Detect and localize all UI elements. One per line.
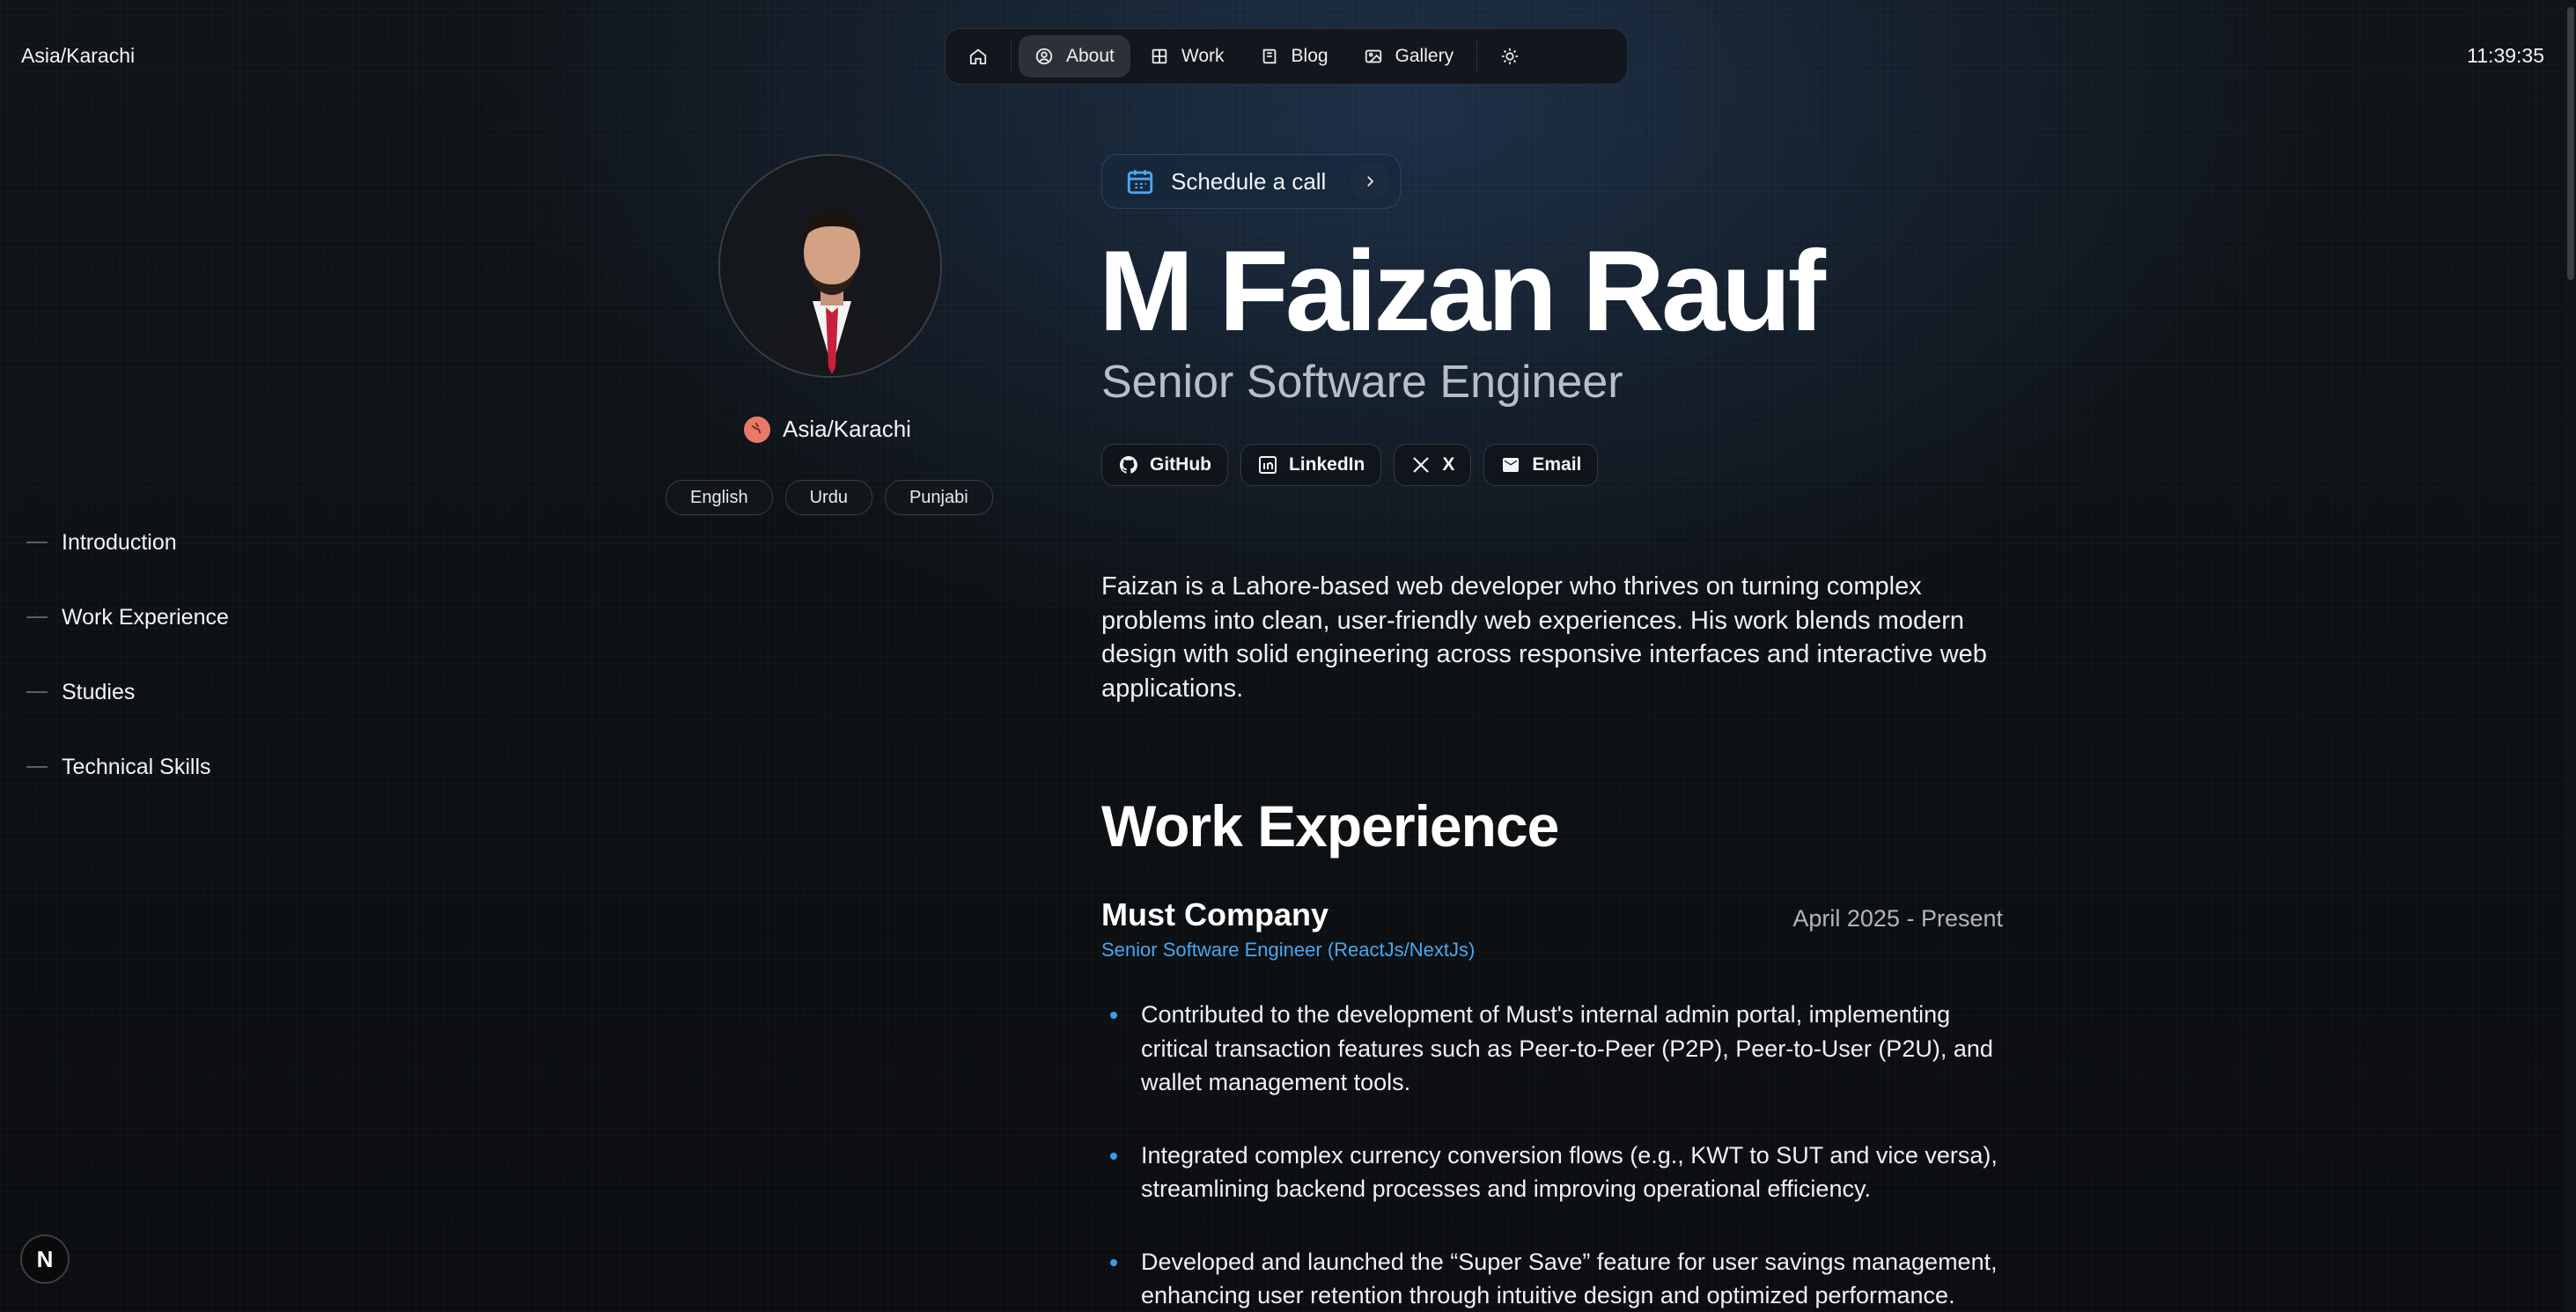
social-links: GitHub LinkedIn X Email xyxy=(1101,444,1599,486)
toc-item-studies[interactable]: Studies xyxy=(26,674,229,710)
page-scrollbar[interactable] xyxy=(2565,0,2576,1312)
sun-icon xyxy=(1501,48,1519,65)
nav-blog-button[interactable]: Blog xyxy=(1244,35,1344,77)
language-list: English Urdu Punjabi xyxy=(666,480,993,515)
linkedin-button[interactable]: LinkedIn xyxy=(1240,444,1382,486)
toc-dash xyxy=(26,542,48,543)
page: Asia/Karachi 11:39:35 About Work Blog Ga… xyxy=(0,0,2576,1312)
schedule-call-label: Schedule a call xyxy=(1171,167,1327,195)
image-icon xyxy=(1365,49,1381,63)
toc-item-introduction[interactable]: Introduction xyxy=(26,525,229,560)
top-navigation: About Work Blog Gallery xyxy=(945,28,1628,85)
linkedin-icon xyxy=(1258,456,1277,474)
schedule-call-button[interactable]: Schedule a call xyxy=(1101,154,1402,209)
nav-work-label: Work xyxy=(1181,46,1225,66)
theme-toggle-button[interactable] xyxy=(1484,35,1535,77)
profile-role: Senior Software Engineer xyxy=(1101,357,1623,408)
table-of-contents: Introduction Work Experience Studies Tec… xyxy=(26,525,229,824)
avatar-portrait xyxy=(720,156,940,376)
x-icon xyxy=(1413,457,1430,473)
nextjs-logo-letter: N xyxy=(36,1245,54,1272)
nav-gallery-button[interactable]: Gallery xyxy=(1348,35,1470,77)
grid-icon xyxy=(1152,48,1167,64)
x-label: X xyxy=(1442,454,1455,475)
email-icon xyxy=(1503,458,1520,472)
nav-about-button[interactable]: About xyxy=(1019,35,1130,77)
toc-item-label: Introduction xyxy=(62,529,177,555)
nav-separator xyxy=(1011,40,1012,73)
profile-location: Asia/Karachi xyxy=(744,416,911,443)
profile-name: M Faizan Rauf xyxy=(1099,226,1826,355)
scrollbar-thumb[interactable] xyxy=(2567,7,2574,280)
achievement-item: Developed and launched the “Super Save” … xyxy=(1101,1245,1999,1312)
user-circle-icon xyxy=(1035,48,1053,65)
profile-location-label: Asia/Karachi xyxy=(783,416,911,442)
toc-item-label: Work Experience xyxy=(62,604,229,630)
achievement-item: Integrated complex currency conversion f… xyxy=(1101,1139,1999,1206)
language-tag: Punjabi xyxy=(884,480,993,515)
email-button[interactable]: Email xyxy=(1483,444,1599,486)
email-label: Email xyxy=(1532,454,1582,475)
language-tag: Urdu xyxy=(784,480,872,515)
intro-paragraph: Faizan is a Lahore-based web developer w… xyxy=(1101,572,1987,703)
achievement-item: Contributed to the development of Must's… xyxy=(1101,998,1999,1100)
home-icon xyxy=(969,48,987,65)
toc-item-label: Technical Skills xyxy=(62,754,211,779)
toc-item-label: Studies xyxy=(62,679,136,704)
globe-icon xyxy=(744,416,770,443)
chevron-right-icon xyxy=(1351,162,1390,201)
calendar-icon xyxy=(1127,170,1153,195)
github-icon xyxy=(1119,455,1137,474)
x-button[interactable]: X xyxy=(1394,444,1472,486)
nav-work-button[interactable]: Work xyxy=(1134,35,1240,77)
language-tag: English xyxy=(666,480,773,515)
toc-item-technical-skills[interactable]: Technical Skills xyxy=(26,749,229,785)
work-experience-heading: Work Experience xyxy=(1101,793,1559,859)
linkedin-label: LinkedIn xyxy=(1288,454,1365,475)
nextjs-devtools-button[interactable]: N xyxy=(20,1235,70,1284)
header-clock: 11:39:35 xyxy=(2467,44,2544,67)
nav-about-label: About xyxy=(1066,46,1115,66)
github-button[interactable]: GitHub xyxy=(1101,444,1228,486)
job-period: April 2025 - Present xyxy=(1792,905,2003,932)
nav-home-button[interactable] xyxy=(953,35,1004,77)
toc-dash xyxy=(26,616,48,618)
job-achievements: Contributed to the development of Must's… xyxy=(1101,998,1999,1312)
profile-avatar xyxy=(718,154,942,378)
nav-separator xyxy=(1476,40,1478,73)
job-role: Senior Software Engineer (ReactJs/NextJs… xyxy=(1101,939,1476,961)
toc-item-work-experience[interactable]: Work Experience xyxy=(26,600,229,635)
company-name: Must Company xyxy=(1101,896,1329,932)
header-timezone: Asia/Karachi xyxy=(21,44,136,67)
toc-dash xyxy=(26,691,48,693)
toc-dash xyxy=(26,766,48,768)
book-icon xyxy=(1262,48,1276,64)
github-label: GitHub xyxy=(1150,454,1211,475)
nav-gallery-label: Gallery xyxy=(1395,46,1454,66)
nav-blog-label: Blog xyxy=(1291,46,1328,66)
